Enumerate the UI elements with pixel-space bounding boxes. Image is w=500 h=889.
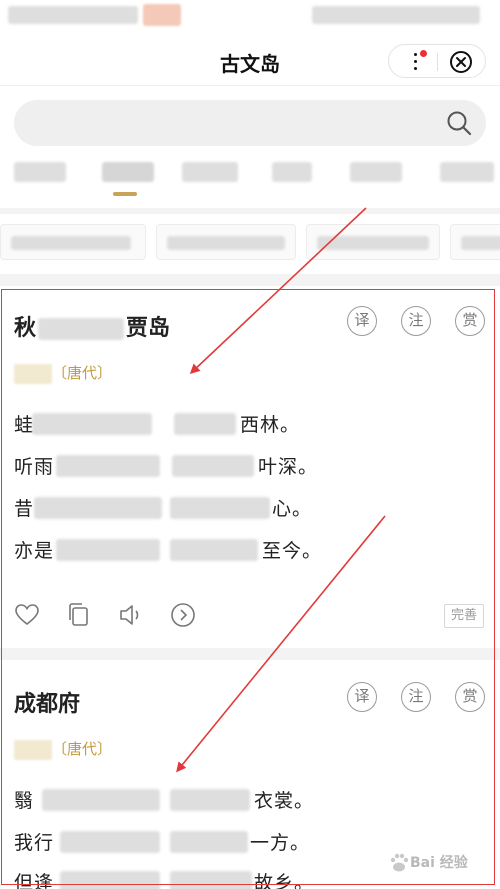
poem-line: 亦是 至今。 xyxy=(14,539,323,562)
tab-4[interactable] xyxy=(272,162,312,182)
status-bar-badge-blurred xyxy=(143,4,181,26)
section-divider xyxy=(0,274,500,286)
tab-6[interactable] xyxy=(440,162,494,182)
poem-title-blurred xyxy=(38,318,125,340)
next-arrow-icon[interactable] xyxy=(170,602,198,630)
notes-button[interactable]: 注 xyxy=(401,306,431,336)
status-bar-left-blurred xyxy=(8,6,138,24)
notification-dot xyxy=(420,50,427,57)
watermark-text: Bai 经验 xyxy=(410,855,468,871)
notes-button[interactable]: 注 xyxy=(401,682,431,712)
filter-chip[interactable] xyxy=(0,224,146,260)
author-name-blurred xyxy=(14,739,52,760)
active-tab-indicator xyxy=(113,192,137,196)
tab-2-active[interactable] xyxy=(102,162,154,182)
audio-speaker-icon[interactable] xyxy=(118,602,146,630)
tab-3[interactable] xyxy=(182,162,238,182)
poem-actions: 完善 xyxy=(14,602,488,632)
poem-title-end: 贾岛 xyxy=(126,316,171,341)
tab-1[interactable] xyxy=(14,162,66,182)
appreciation-button[interactable]: 赏 xyxy=(455,306,485,336)
translate-button[interactable]: 译 xyxy=(347,682,377,712)
poem-line: 昔 心。 xyxy=(14,497,313,520)
category-tabs xyxy=(0,158,500,202)
like-heart-icon[interactable] xyxy=(14,602,42,630)
capsule-divider xyxy=(437,53,438,71)
filter-chip[interactable] xyxy=(306,224,440,260)
poem-title-start: 秋 xyxy=(14,316,37,341)
poem-dynasty: 〔唐代〕 xyxy=(52,740,113,758)
close-circle-icon[interactable] xyxy=(449,50,473,74)
poem-title[interactable]: 秋 贾岛 xyxy=(14,310,170,342)
search-bar[interactable] xyxy=(14,100,486,146)
poem-line: 翳 衣裳。 xyxy=(14,789,315,812)
status-bar xyxy=(0,0,500,32)
poem-line: 蛙 西林。 xyxy=(14,413,301,436)
copy-icon[interactable] xyxy=(66,602,94,630)
filter-chips xyxy=(0,214,500,270)
poem-card[interactable]: 秋 贾岛 译 注 赏 〔唐代〕 蛙 西林。 听雨 叶深。 昔 心。 亦是 至今。 xyxy=(0,290,500,648)
filter-chip[interactable] xyxy=(156,224,296,260)
status-bar-right-blurred xyxy=(312,6,480,24)
author-name-blurred xyxy=(14,363,52,384)
watermark-logo: Bai 经验 xyxy=(388,848,498,878)
filter-chip[interactable] xyxy=(450,224,500,260)
poem-dynasty: 〔唐代〕 xyxy=(52,364,113,382)
card-gap xyxy=(0,648,500,660)
poem-title[interactable]: 成都府 xyxy=(14,686,80,718)
tab-5[interactable] xyxy=(350,162,402,182)
search-icon[interactable] xyxy=(446,110,472,136)
poem-author[interactable]: 〔唐代〕 xyxy=(14,738,112,760)
perfect-button[interactable]: 完善 xyxy=(443,604,484,628)
search-input[interactable] xyxy=(32,108,432,138)
paw-icon xyxy=(390,853,409,872)
app-header: 古文岛 xyxy=(0,34,500,86)
appreciation-button[interactable]: 赏 xyxy=(455,682,485,712)
mini-program-capsule xyxy=(388,44,486,78)
poem-author[interactable]: 〔唐代〕 xyxy=(14,362,112,384)
poem-line: 听雨 叶深。 xyxy=(14,455,319,478)
translate-button[interactable]: 译 xyxy=(347,306,377,336)
